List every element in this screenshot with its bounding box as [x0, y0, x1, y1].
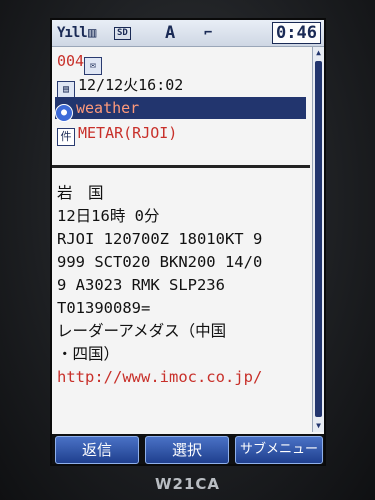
- subject-row[interactable]: 件 METAR(RJOI): [57, 122, 178, 146]
- select-softkey[interactable]: 選択: [145, 436, 229, 464]
- datetime-row: ▤ 12/12火16:02: [57, 74, 184, 99]
- sender-globe-icon: ●: [55, 104, 73, 122]
- submenu-softkey[interactable]: サブメニュー: [235, 436, 323, 464]
- phone-screen: Yıll ▥ SD A ⌐ 0:46 004 ✉ ▤ 12/12火16:02 ● we…: [52, 20, 324, 464]
- body-line: 岩 国: [57, 184, 104, 202]
- scroll-down-arrow-icon[interactable]: ▼: [314, 422, 323, 430]
- message-body: 岩 国 12日16時 0分 RJOI 120700Z 18010KT 9 999…: [57, 182, 309, 389]
- scroll-up-arrow-icon[interactable]: ▲: [314, 49, 323, 57]
- message-datetime: 12/12火16:02: [78, 76, 184, 94]
- reply-softkey[interactable]: 返信: [55, 436, 139, 464]
- body-line: レーダーアメダス（中国: [57, 322, 227, 340]
- sender-row[interactable]: ● weather: [55, 97, 306, 122]
- message-number: 004: [57, 52, 85, 70]
- signal-icon: Yıll: [57, 25, 88, 41]
- key-lock-icon: ⌐: [204, 25, 213, 41]
- device-model-label: W21CA: [154, 475, 221, 493]
- softkey-bar: 返信 選択 サブメニュー: [52, 434, 324, 464]
- header-divider: [52, 165, 310, 168]
- body-line: RJOI 120700Z 18010KT 9: [57, 230, 263, 248]
- mail-icon: ✉: [84, 57, 103, 75]
- body-line: T01390089=: [57, 299, 151, 317]
- scrollbar-thumb[interactable]: [315, 61, 322, 417]
- message-header: 004 ✉ ▤ 12/12火16:02 ● weather 件 METAR(RJOI): [52, 47, 310, 171]
- body-line: 9 A3023 RMK SLP236: [57, 276, 225, 294]
- input-mode-indicator: A: [165, 23, 176, 43]
- message-subject: METAR(RJOI): [78, 124, 178, 142]
- body-line: 999 SCT020 BKN200 14/0: [57, 253, 263, 271]
- scrollbar[interactable]: ▲ ▼: [312, 47, 324, 432]
- body-line: ・四国）: [57, 345, 120, 363]
- sd-card-icon: SD: [114, 27, 131, 40]
- message-number-row: 004 ✉: [57, 50, 105, 75]
- subject-icon: 件: [57, 128, 75, 146]
- clock: 0:46: [272, 22, 321, 44]
- body-link[interactable]: http://www.imoc.co.jp/: [57, 366, 309, 389]
- status-bar: Yıll ▥ SD A ⌐ 0:46: [52, 20, 324, 47]
- battery-icon: ▥: [88, 25, 97, 41]
- body-line: 12日16時 0分: [57, 207, 160, 225]
- message-sender: weather: [76, 99, 140, 117]
